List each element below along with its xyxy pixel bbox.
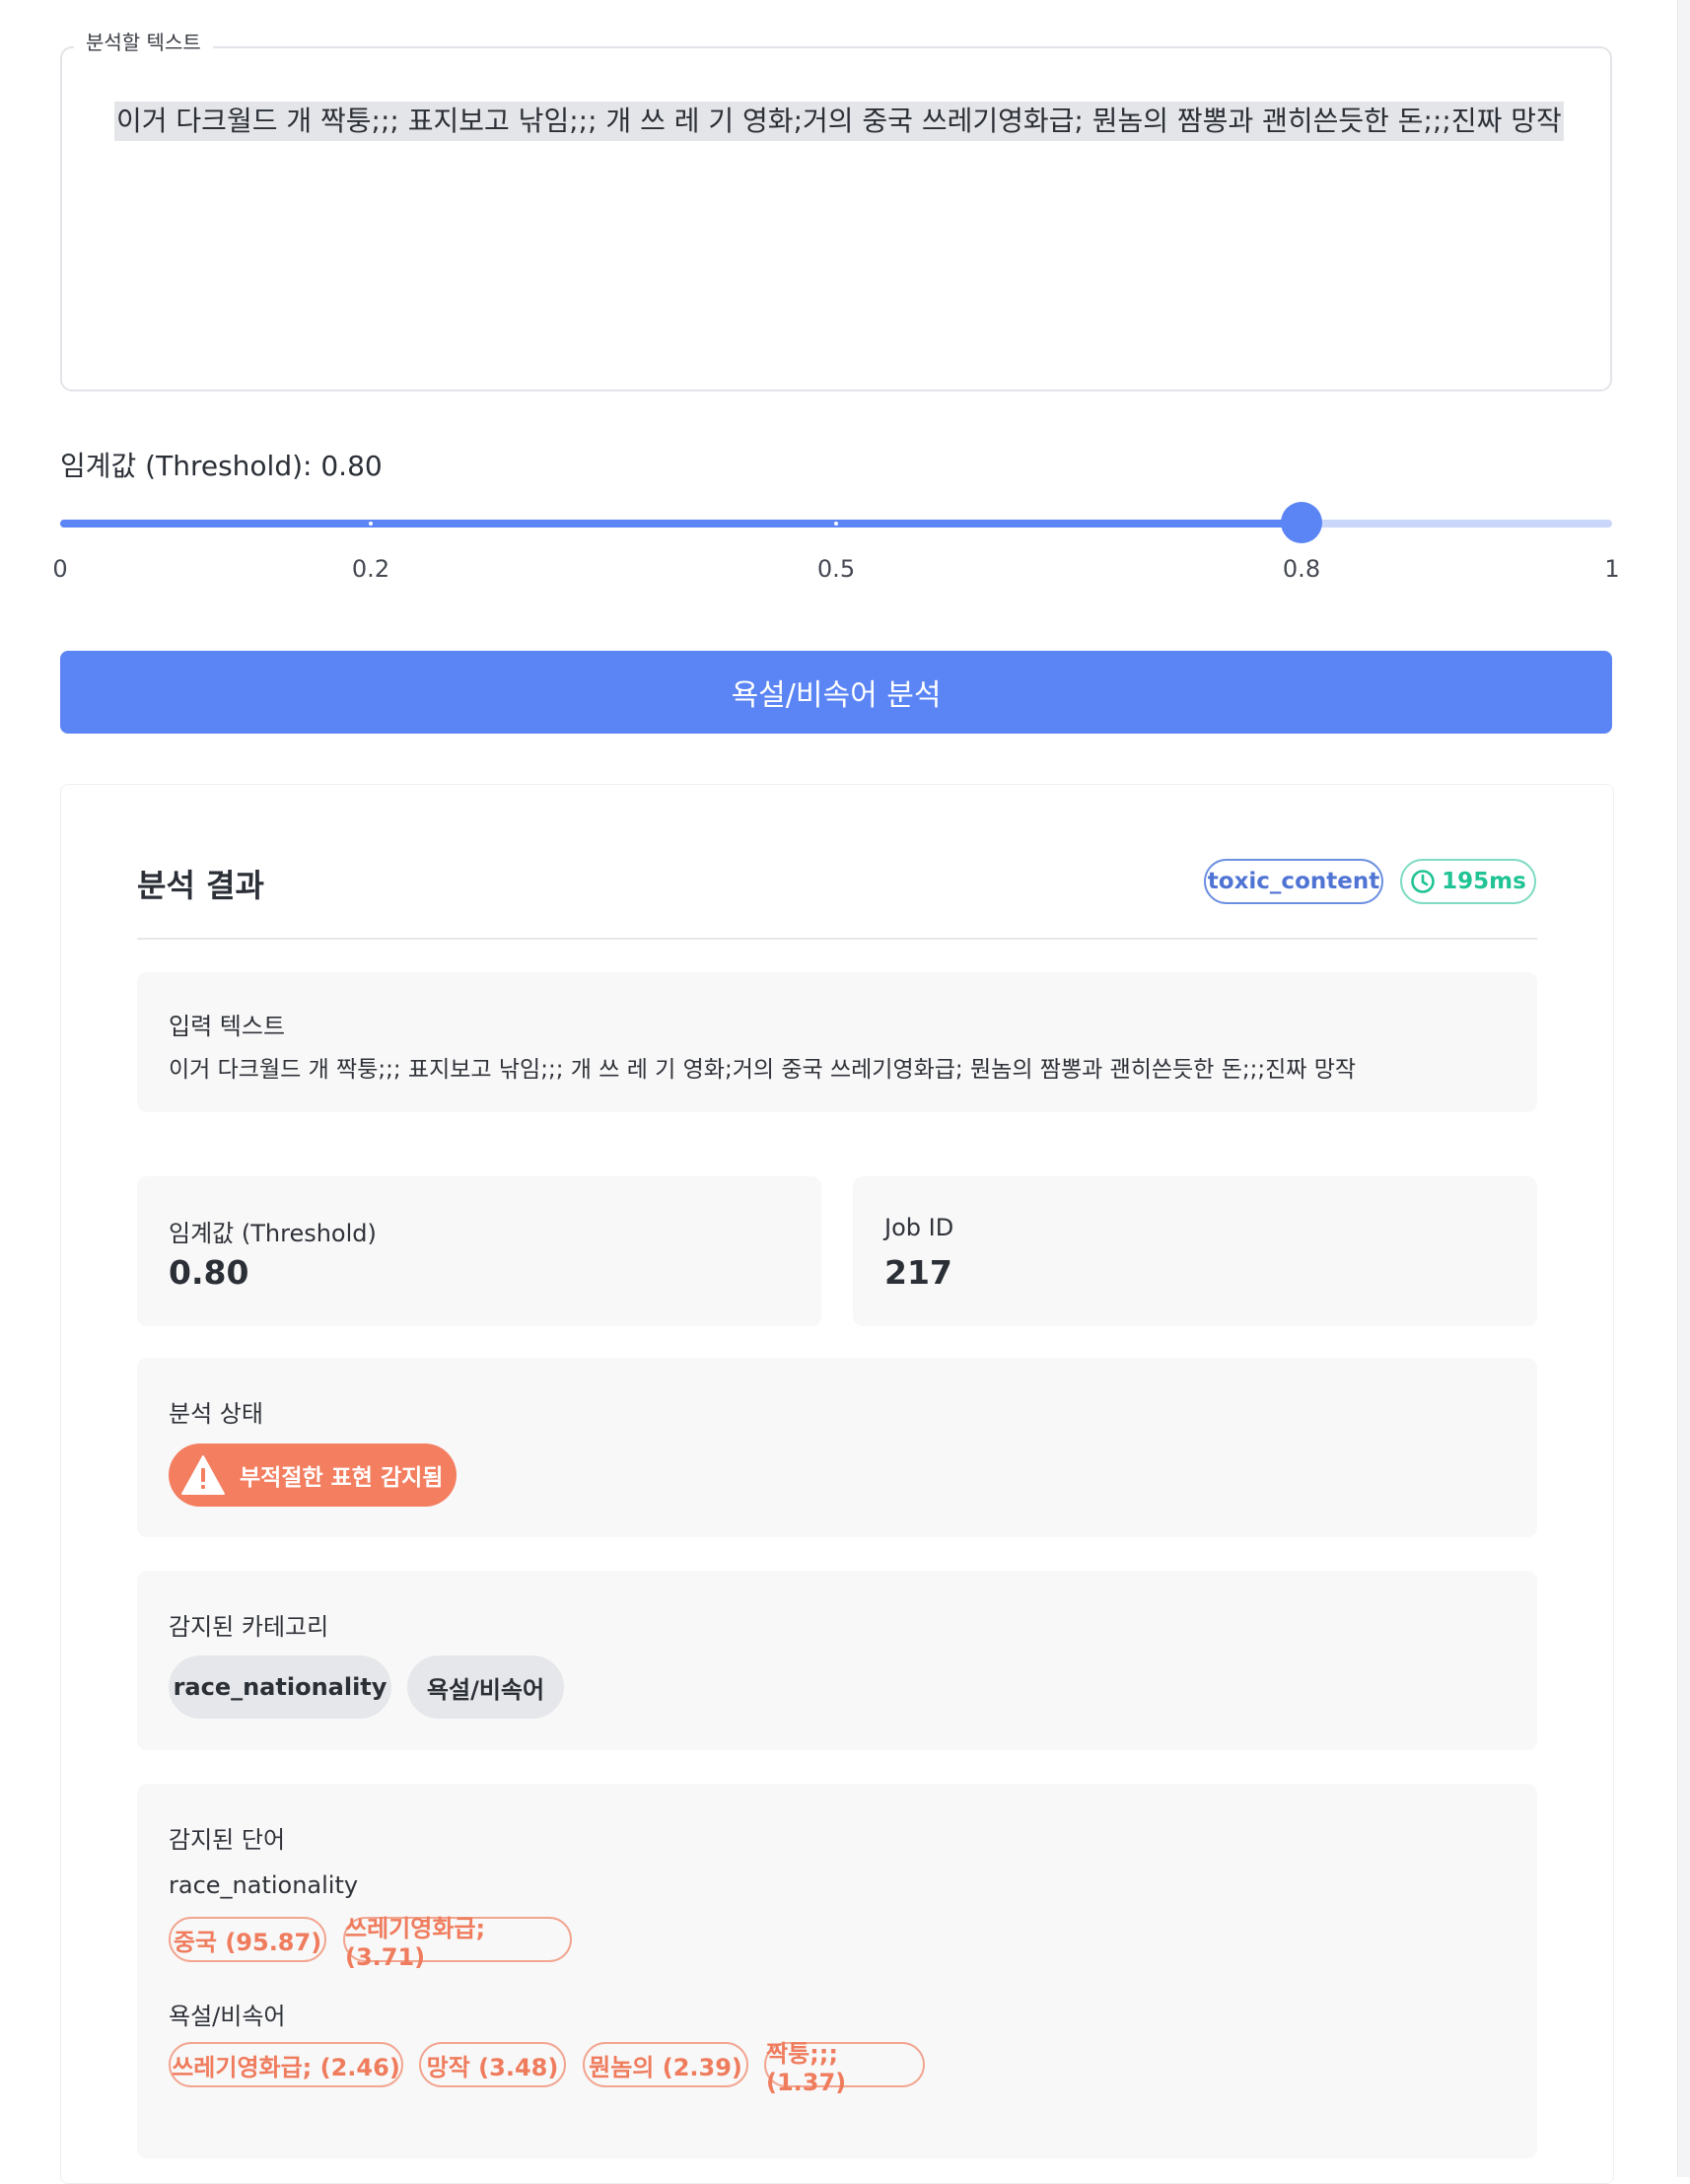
- word-chip: 망작 (3.48): [419, 2042, 566, 2087]
- result-time-value: 195ms: [1442, 869, 1526, 894]
- result-type-badge: toxic_content: [1204, 859, 1383, 904]
- word-chip: 짝퉁;;; (1.37): [764, 2040, 925, 2096]
- threshold-label: 임계값 (Threshold): 0.80: [60, 450, 383, 482]
- slider-mark-0: 0: [52, 555, 68, 583]
- slider-mark-0.8: 0.8: [1282, 555, 1321, 583]
- status-text: 부적절한 표현 감지됨: [240, 1465, 444, 1491]
- threshold-panel-value: 0.80: [169, 1253, 249, 1292]
- result-divider: [137, 938, 1537, 940]
- threshold-slider-fill: [60, 520, 1303, 528]
- result-title: 분석 결과: [137, 867, 264, 904]
- word-group-title: race_nationality: [169, 1871, 359, 1899]
- slider-mark-1: 1: [1604, 555, 1620, 583]
- text-input-area[interactable]: [60, 46, 1612, 391]
- words-panel: [137, 1784, 1537, 2158]
- word-chip: 쓰레기영화급; (2.46): [169, 2042, 403, 2087]
- threshold-slider[interactable]: [60, 502, 1612, 543]
- threshold-slider-thumb[interactable]: [1281, 502, 1323, 543]
- job-id-panel: [853, 1176, 1537, 1326]
- job-id-value: 217: [884, 1253, 952, 1292]
- status-label: 분석 상태: [169, 1400, 263, 1428]
- input-text-label: 입력 텍스트: [169, 1013, 286, 1040]
- job-id-label: Job ID: [884, 1214, 954, 1241]
- input-text-value: 이거 다크월드 개 짝퉁;;; 표지보고 낚임;;; 개 쓰 레 기 영화;거의…: [169, 1057, 1357, 1083]
- slider-tick-0.2: [369, 522, 373, 526]
- input-text-panel: [137, 972, 1537, 1112]
- threshold-panel-label: 임계값 (Threshold): [169, 1220, 377, 1247]
- word-chip: 쓰레기영화급; (3.71): [343, 1915, 572, 1971]
- threshold-panel: [137, 1176, 821, 1326]
- status-badge: 부적절한 표현 감지됨: [169, 1444, 457, 1507]
- category-chip: race_nationality: [169, 1656, 391, 1719]
- word-group-title: 욕설/비속어: [169, 2003, 286, 2030]
- words-label: 감지된 단어: [169, 1826, 286, 1854]
- window-edge: [1677, 0, 1690, 2177]
- clock-icon: [1411, 870, 1435, 893]
- result-time-badge: 195ms: [1400, 859, 1536, 904]
- category-chip: 욕설/비속어: [407, 1656, 564, 1719]
- text-input-legend: 분석할 텍스트: [74, 30, 213, 55]
- analyze-button[interactable]: 욕설/비속어 분석: [60, 651, 1612, 734]
- slider-tick-0.5: [834, 522, 838, 526]
- text-input-value[interactable]: 이거 다크월드 개 짝퉁;;; 표지보고 낚임;;; 개 쓰 레 기 영화;거의…: [114, 102, 1564, 141]
- slider-mark-0.5: 0.5: [816, 555, 856, 583]
- word-chip: 뭔놈의 (2.39): [583, 2042, 748, 2087]
- categories-label: 감지된 카테고리: [169, 1613, 329, 1641]
- word-chip: 중국 (95.87): [169, 1917, 326, 1962]
- warning-icon: [181, 1455, 225, 1495]
- slider-mark-0.2: 0.2: [351, 555, 390, 583]
